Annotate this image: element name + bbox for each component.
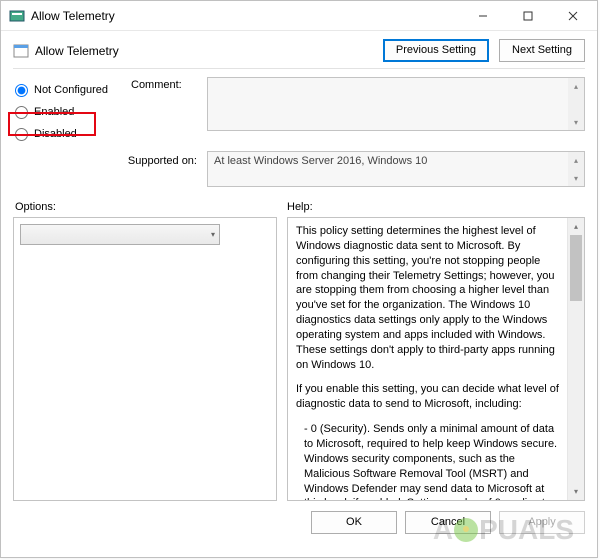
state-radios: Not Configured Enabled Disabled xyxy=(15,77,131,145)
supported-scrollbar[interactable]: ▴ ▾ xyxy=(568,152,584,186)
help-label: Help: xyxy=(287,201,313,213)
titlebar: Allow Telemetry xyxy=(1,1,597,31)
radio-disabled[interactable]: Disabled xyxy=(15,123,131,145)
supported-on-field: At least Windows Server 2016, Windows 10… xyxy=(207,151,585,187)
help-scrollbar[interactable]: ▴ ▾ xyxy=(567,218,584,500)
scroll-down-icon[interactable]: ▾ xyxy=(568,170,584,186)
close-button[interactable] xyxy=(550,2,595,30)
scroll-up-icon[interactable]: ▴ xyxy=(568,152,584,168)
section-labels: Options: Help: xyxy=(1,191,597,215)
help-b0: - 0 (Security). Sends only a minimal amo… xyxy=(296,422,561,500)
separator xyxy=(13,68,585,69)
comment-textarea[interactable]: ▴ ▾ xyxy=(207,77,585,131)
scrollbar-thumb[interactable] xyxy=(570,235,582,301)
options-label: Options: xyxy=(15,201,287,213)
maximize-button[interactable] xyxy=(505,2,550,30)
help-pane: This policy setting determines the highe… xyxy=(287,217,585,501)
settings-area: Not Configured Enabled Disabled Comment:… xyxy=(1,75,597,191)
supported-on-label: Supported on: xyxy=(15,151,207,167)
policy-title: Allow Telemetry xyxy=(35,44,383,58)
next-setting-button[interactable]: Next Setting xyxy=(499,39,585,62)
window-title: Allow Telemetry xyxy=(31,9,460,23)
dialog-window: Allow Telemetry Allow Telemetry Previous… xyxy=(0,0,598,558)
radio-not-configured[interactable]: Not Configured xyxy=(15,79,131,101)
radio-enabled-label: Enabled xyxy=(34,106,74,118)
chevron-down-icon: ▾ xyxy=(211,230,215,239)
cancel-button[interactable]: Cancel xyxy=(405,511,491,534)
comment-label: Comment: xyxy=(131,77,207,91)
help-p1: This policy setting determines the highe… xyxy=(296,224,561,372)
policy-icon xyxy=(13,43,29,59)
body-panes: ▾ This policy setting determines the hig… xyxy=(1,215,597,507)
window-controls xyxy=(460,2,595,30)
help-p2: If you enable this setting, you can deci… xyxy=(296,382,561,412)
minimize-button[interactable] xyxy=(460,2,505,30)
radio-enabled-input[interactable] xyxy=(15,106,28,119)
scroll-up-icon[interactable]: ▴ xyxy=(568,218,584,235)
scroll-up-icon[interactable]: ▴ xyxy=(568,78,584,94)
comment-scrollbar[interactable]: ▴ ▾ xyxy=(568,78,584,130)
radio-disabled-label: Disabled xyxy=(34,128,77,140)
radio-enabled[interactable]: Enabled xyxy=(15,101,131,123)
help-text: This policy setting determines the highe… xyxy=(288,218,567,500)
app-icon xyxy=(9,8,25,24)
supported-on-text: At least Windows Server 2016, Windows 10 xyxy=(214,155,427,167)
previous-setting-button[interactable]: Previous Setting xyxy=(383,39,489,62)
apply-button[interactable]: Apply xyxy=(499,511,585,534)
dialog-footer: OK Cancel Apply xyxy=(1,507,597,542)
radio-not-configured-label: Not Configured xyxy=(34,84,108,96)
scroll-down-icon[interactable]: ▾ xyxy=(568,114,584,130)
radio-not-configured-input[interactable] xyxy=(15,84,28,97)
header: Allow Telemetry Previous Setting Next Se… xyxy=(1,31,597,68)
options-dropdown[interactable]: ▾ xyxy=(20,224,220,245)
scroll-down-icon[interactable]: ▾ xyxy=(568,483,584,500)
radio-disabled-input[interactable] xyxy=(15,128,28,141)
options-pane: ▾ xyxy=(13,217,277,501)
ok-button[interactable]: OK xyxy=(311,511,397,534)
